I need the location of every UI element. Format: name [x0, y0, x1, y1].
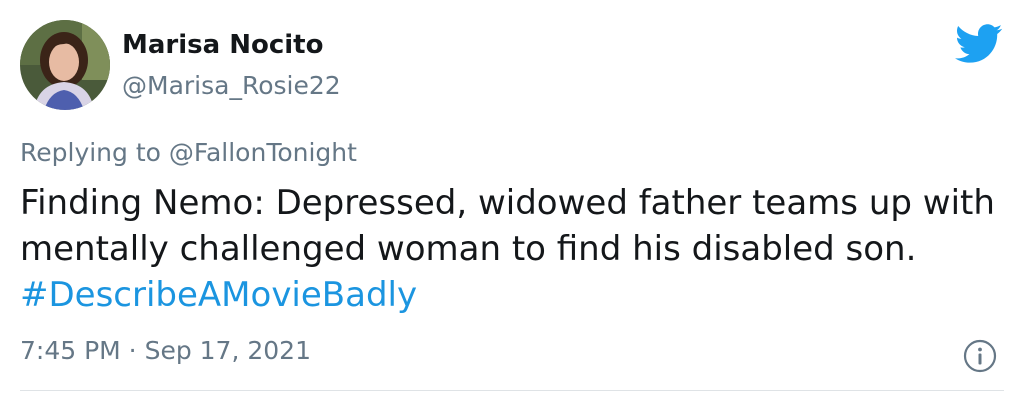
- tweet-text: Finding Nemo: Depressed, widowed father …: [20, 180, 1005, 318]
- avatar[interactable]: [20, 20, 110, 110]
- hashtag-link[interactable]: #DescribeAMovieBadly: [20, 275, 417, 315]
- timestamp-separator: ·: [120, 336, 145, 365]
- replying-to: Replying to @FallonTonight: [20, 138, 357, 167]
- tweet-date: Sep 17, 2021: [144, 336, 311, 365]
- display-name[interactable]: Marisa Nocito: [122, 30, 323, 60]
- tweet-time: 7:45 PM: [20, 336, 121, 365]
- user-handle[interactable]: @Marisa_Rosie22: [122, 71, 341, 100]
- tweet-card: Marisa Nocito @Marisa_Rosie22 Replying t…: [0, 0, 1024, 407]
- divider: [20, 390, 1004, 391]
- info-icon[interactable]: [963, 339, 997, 373]
- reply-target-link[interactable]: @FallonTonight: [169, 138, 357, 167]
- timestamp[interactable]: 7:45 PM · Sep 17, 2021: [20, 336, 311, 365]
- avatar-photo-icon: [20, 20, 110, 110]
- tweet-body: Finding Nemo: Depressed, widowed father …: [20, 183, 995, 269]
- replying-to-label: Replying to: [20, 138, 169, 167]
- twitter-bird-icon[interactable]: [955, 24, 1003, 64]
